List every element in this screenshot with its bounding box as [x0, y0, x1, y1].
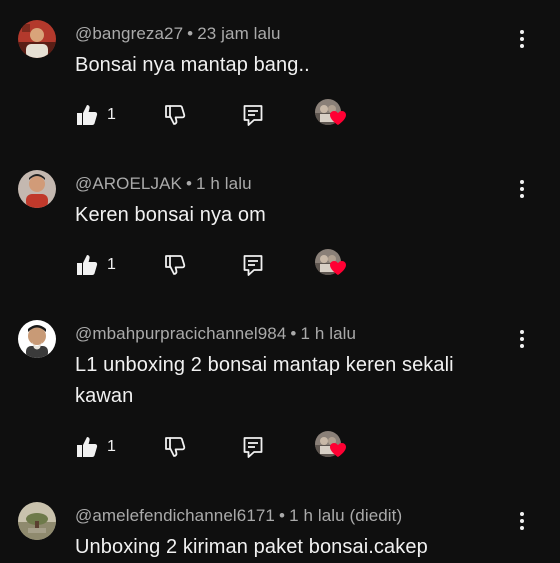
dislike-button[interactable] [163, 100, 187, 130]
comment-text: Unboxing 2 kiriman paket bonsai.cakep [75, 536, 428, 558]
more-vertical-icon [520, 512, 524, 530]
comment-text: Keren bonsai nya om [75, 204, 266, 226]
like-count: 1 [107, 106, 116, 123]
avatar[interactable] [18, 20, 56, 58]
thumbs-down-icon [165, 437, 186, 457]
comment-menu-button[interactable] [512, 327, 532, 351]
reply-button[interactable] [241, 432, 265, 462]
more-vertical-icon [520, 330, 524, 348]
author-name[interactable]: @AROELJAK [75, 174, 182, 193]
avatar[interactable] [18, 320, 56, 358]
separator-dot: • [187, 24, 194, 43]
creator-heart-icon [330, 443, 346, 457]
reply-button[interactable] [241, 100, 265, 130]
thumbs-up-icon [77, 255, 98, 275]
like-button[interactable]: 1 [75, 100, 116, 130]
creator-heart-icon [330, 261, 346, 275]
thumbs-down-icon [165, 105, 186, 125]
comment-meta: @AROELJAK • 1 h lalu [75, 174, 252, 194]
separator-dot: • [290, 324, 297, 343]
avatar[interactable] [18, 170, 56, 208]
creator-heart [315, 97, 349, 131]
more-vertical-icon [520, 180, 524, 198]
like-button[interactable]: 1 [75, 432, 116, 462]
avatar[interactable] [18, 502, 56, 540]
comment-menu-button[interactable] [512, 27, 532, 51]
comment-text: Bonsai nya mantap bang.. [75, 54, 310, 76]
reply-icon [243, 437, 263, 458]
comment-meta: @mbahpurpracichannel984 • 1 h lalu [75, 324, 356, 344]
comment-time[interactable]: 1 h lalu (diedit) [289, 506, 402, 525]
reply-icon [243, 105, 263, 126]
like-count: 1 [107, 256, 116, 273]
comment-actions: 1 [75, 429, 375, 463]
like-button[interactable]: 1 [75, 250, 116, 280]
more-vertical-icon [520, 30, 524, 48]
creator-heart [315, 247, 349, 281]
dislike-button[interactable] [163, 432, 187, 462]
comment-text: L1 unboxing 2 bonsai mantap keren sekali… [75, 354, 454, 407]
author-name[interactable]: @bangreza27 [75, 24, 183, 43]
creator-heart [315, 429, 349, 463]
thumbs-up-icon [77, 437, 98, 457]
dislike-button[interactable] [163, 250, 187, 280]
author-name[interactable]: @amelefendichannel6171 [75, 506, 275, 525]
comment-meta: @bangreza27 • 23 jam lalu [75, 24, 281, 44]
author-name[interactable]: @mbahpurpracichannel984 [75, 324, 286, 343]
reply-button[interactable] [241, 250, 265, 280]
creator-heart-icon [330, 111, 346, 125]
separator-dot: • [279, 506, 286, 525]
thumbs-down-icon [165, 255, 186, 275]
comment-meta: @amelefendichannel6171 • 1 h lalu (diedit) [75, 506, 402, 526]
comment-menu-button[interactable] [512, 177, 532, 201]
separator-dot: • [185, 174, 193, 193]
comment-time[interactable]: 23 jam lalu [197, 24, 280, 43]
comment-time[interactable]: 1 h lalu [196, 174, 252, 193]
comment-menu-button[interactable] [512, 509, 532, 533]
comment-actions: 1 [75, 247, 375, 281]
like-count: 1 [107, 438, 116, 455]
comment-time[interactable]: 1 h lalu [300, 324, 356, 343]
thumbs-up-icon [77, 105, 98, 125]
comment-actions: 1 [75, 97, 375, 131]
reply-icon [243, 255, 263, 276]
